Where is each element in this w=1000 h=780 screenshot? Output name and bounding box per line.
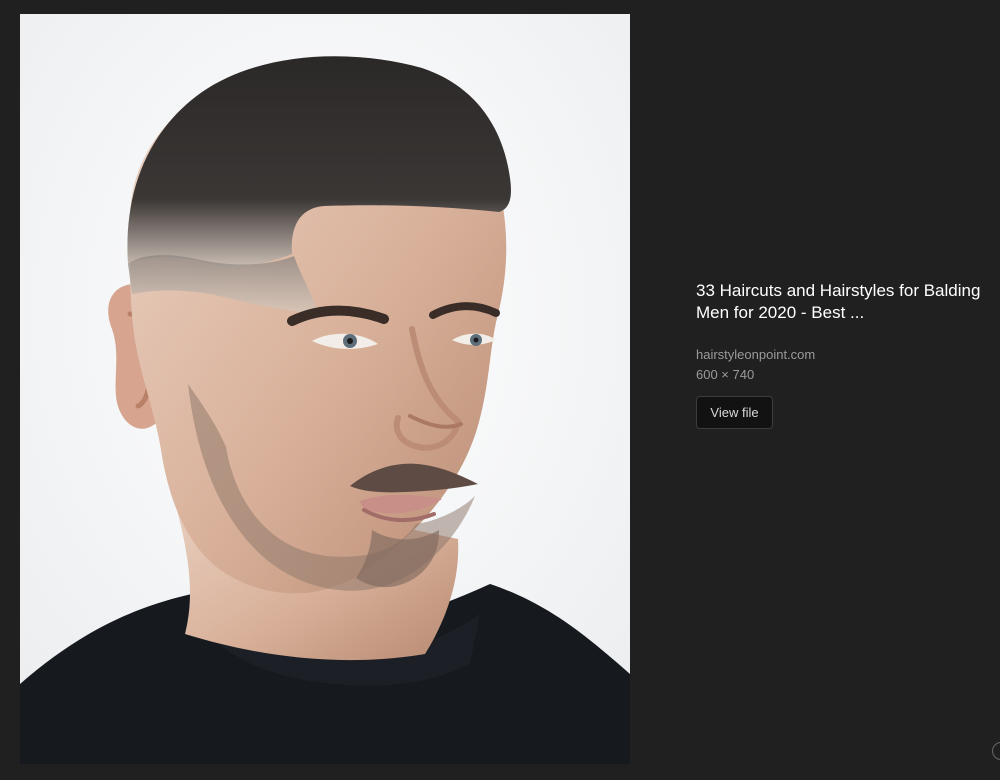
source-domain[interactable]: hairstyleonpoint.com [696,347,996,363]
image-dimensions: 600 × 740 [696,367,755,382]
image-info-panel: 33 Haircuts and Hairstyles for Balding M… [696,280,996,429]
portrait-illustration [20,14,630,764]
preview-image[interactable] [20,14,630,764]
image-title[interactable]: 33 Haircuts and Hairstyles for Balding M… [696,280,996,324]
view-file-button[interactable]: View file [696,396,773,429]
corner-circle-icon[interactable] [992,742,1000,760]
